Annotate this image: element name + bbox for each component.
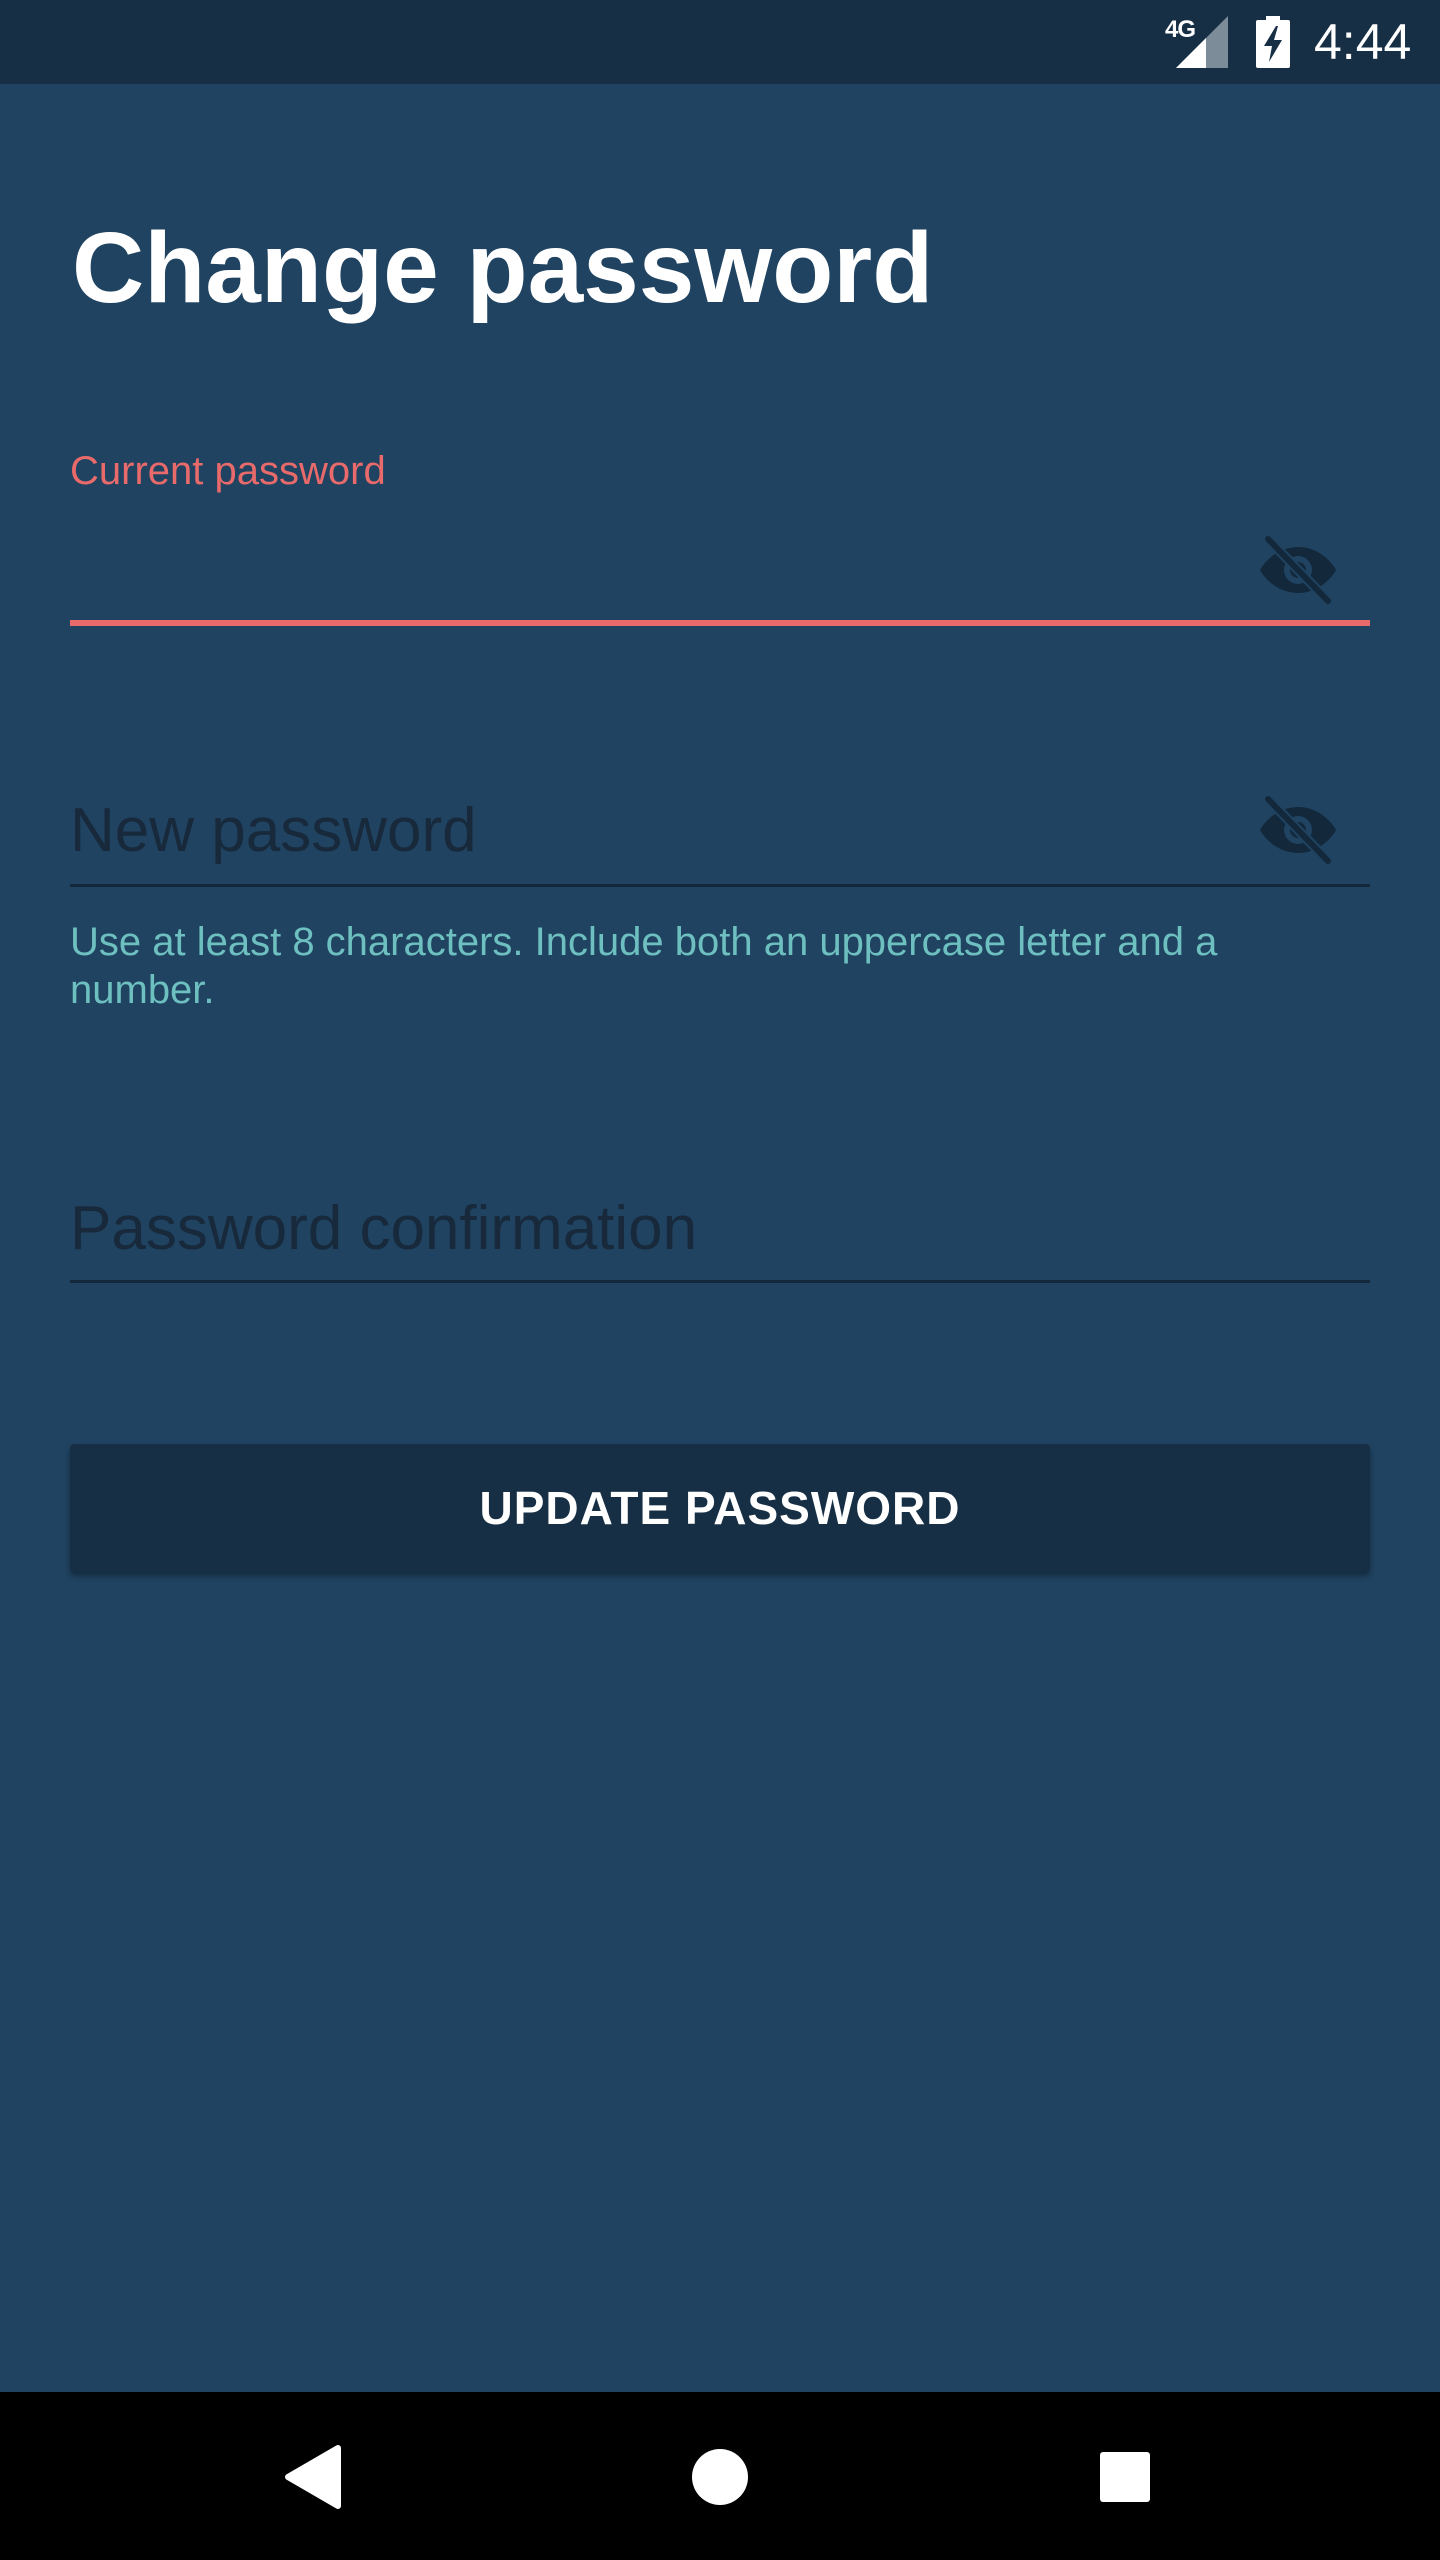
recents-icon[interactable] — [1080, 2432, 1170, 2522]
signal-icon — [1176, 16, 1228, 68]
change-password-screen: 4G 4:44 Change password Current password — [0, 0, 1440, 2560]
update-password-button[interactable]: UPDATE PASSWORD — [70, 1444, 1370, 1572]
new-password-input[interactable] — [70, 790, 1230, 870]
new-password-underline — [70, 884, 1370, 887]
current-password-input[interactable] — [70, 530, 1230, 610]
back-icon[interactable] — [270, 2432, 360, 2522]
current-password-underline — [70, 620, 1370, 626]
page-title: Change password — [72, 212, 934, 324]
current-password-label: Current password — [70, 449, 386, 493]
eye-off-icon[interactable] — [1258, 535, 1338, 605]
home-icon[interactable] — [675, 2432, 765, 2522]
navigation-bar — [0, 2392, 1440, 2560]
password-helper-text: Use at least 8 characters. Include both … — [70, 920, 1218, 1012]
battery-charging-icon — [1256, 16, 1290, 68]
eye-off-icon[interactable] — [1258, 795, 1338, 865]
password-confirmation-underline — [70, 1280, 1370, 1283]
clock: 4:44 — [1314, 14, 1412, 70]
password-confirmation-input[interactable] — [70, 1188, 1370, 1268]
status-bar: 4G 4:44 — [0, 0, 1440, 84]
